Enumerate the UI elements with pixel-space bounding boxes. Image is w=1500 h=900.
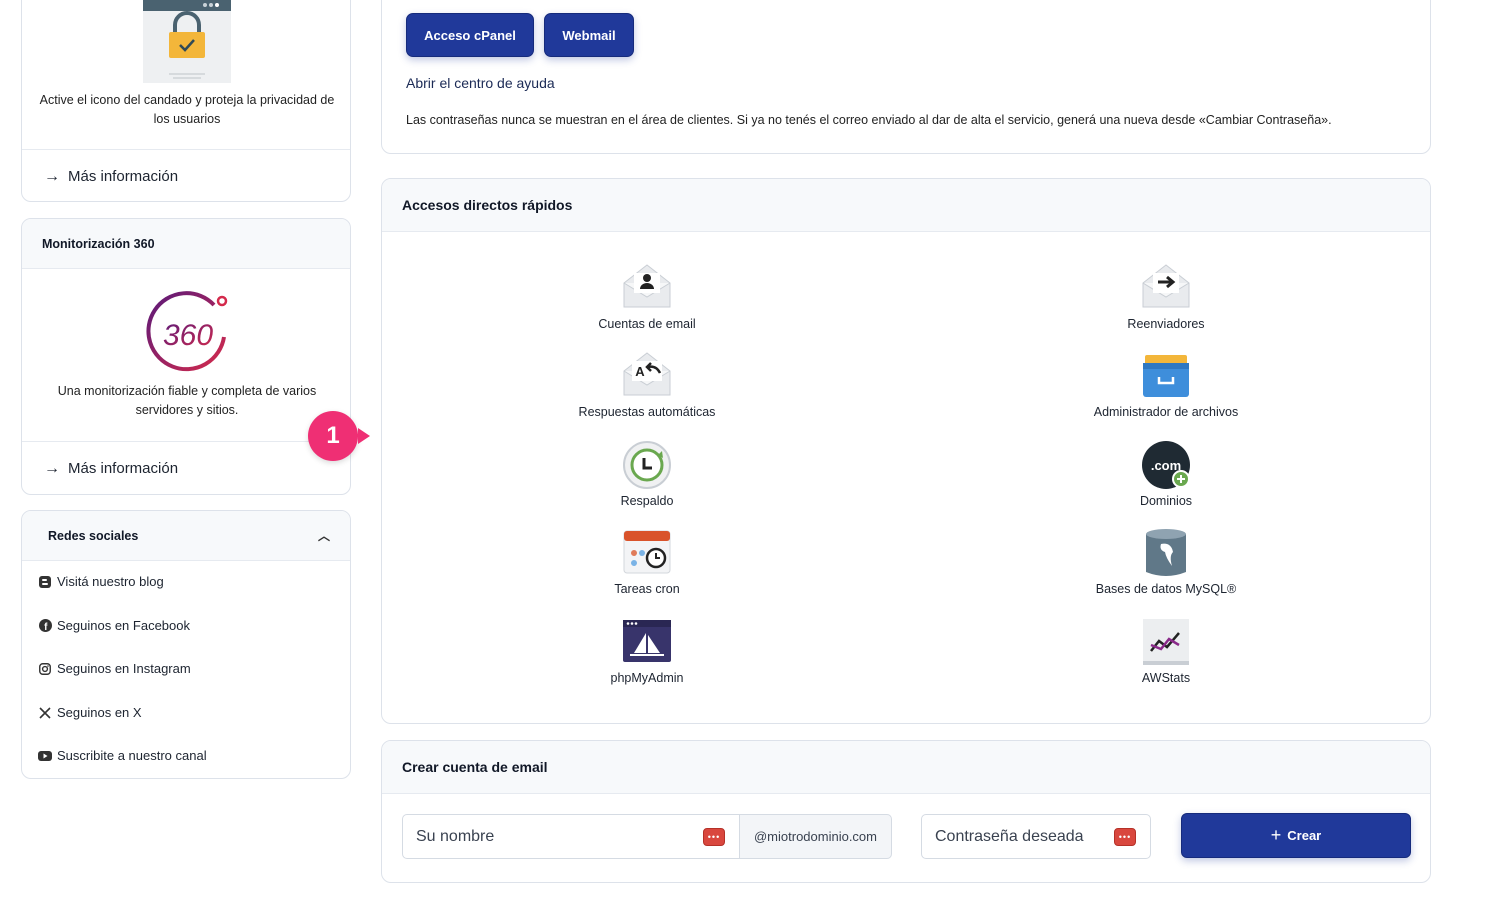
service-access-card: Acceso cPanel Webmail Abrir el centro de…	[381, 0, 1431, 154]
svg-text:360: 360	[163, 319, 213, 352]
shortcut-label: Tareas cron	[614, 582, 680, 596]
create-label: Crear	[1287, 828, 1322, 843]
chevron-up-icon[interactable]: ︿	[318, 527, 330, 544]
blogger-icon	[38, 575, 52, 589]
shortcut-label: Bases de datos MySQL®	[1095, 582, 1237, 596]
ssl-card: Active el icono del candado y proteja la…	[21, 0, 351, 202]
youtube-icon	[38, 749, 52, 763]
password-note: Las contraseñas nunca se muestran en el …	[406, 113, 1332, 127]
social-item-x[interactable]: Seguinos en X	[38, 705, 142, 720]
padlock-browser-icon	[143, 0, 231, 83]
instagram-icon	[38, 662, 52, 676]
shortcut-autoresponders[interactable]: A Respuestas automáticas	[537, 349, 757, 419]
shortcut-label: Respaldo	[620, 494, 674, 508]
monitoring-description: Una monitorización fiable y completa de …	[57, 384, 317, 417]
social-card: Redes sociales ︿ Visitá nuestro blog f S…	[21, 510, 351, 779]
shortcut-cron-jobs[interactable]: Tareas cron	[537, 526, 757, 596]
arrow-right-icon: →	[44, 167, 60, 185]
monitoring-more-info-link[interactable]: → Más información	[22, 441, 350, 494]
create-email-title: Crear cuenta de email	[382, 741, 1430, 794]
create-email-button[interactable]: + Crear	[1181, 813, 1411, 858]
password-placeholder: Contraseña deseada	[935, 827, 1084, 845]
email-name-input[interactable]: Su nombre •••	[402, 814, 740, 859]
shortcut-label: Respuestas automáticas	[578, 405, 716, 419]
social-item-facebook[interactable]: f Seguinos en Facebook	[38, 618, 190, 633]
step-number-badge: 1	[308, 411, 358, 461]
badge-arrow-icon	[358, 428, 370, 444]
social-item-label: Seguinos en Facebook	[57, 618, 190, 633]
shortcut-mysql-databases[interactable]: Bases de datos MySQL®	[1056, 526, 1276, 596]
social-item-label: Seguinos en Instagram	[57, 661, 191, 676]
shortcut-label: Cuentas de email	[598, 317, 696, 331]
more-info-label: Más información	[68, 460, 179, 477]
monitoring-360-logo-icon: 360	[146, 291, 228, 372]
backup-icon	[623, 441, 671, 489]
svg-text:.com: .com	[1151, 458, 1181, 473]
social-item-label: Visitá nuestro blog	[57, 574, 164, 589]
arrow-right-icon: →	[44, 459, 60, 477]
phpmyadmin-icon	[623, 620, 671, 662]
shortcut-label: Reenviadores	[1127, 317, 1205, 331]
svg-text:A: A	[635, 364, 645, 379]
shortcut-domains[interactable]: .com Dominios	[1056, 438, 1276, 508]
plus-icon: +	[1270, 825, 1282, 845]
email-account-icon	[623, 264, 671, 308]
social-item-youtube[interactable]: Suscribite a nuestro canal	[38, 748, 207, 763]
mysql-icon	[1146, 529, 1186, 576]
autoresponder-icon: A	[623, 352, 671, 396]
domain-suffix: @miotrodominio.com	[739, 814, 892, 859]
monitoring-card: Monitorización 360 360 Una monitorizació…	[21, 218, 351, 495]
facebook-icon: f	[38, 619, 52, 633]
shortcuts-title: Accesos directos rápidos	[382, 179, 1430, 232]
name-placeholder: Su nombre	[416, 827, 495, 845]
social-title: Redes sociales	[48, 528, 139, 543]
shortcut-phpmyadmin[interactable]: phpMyAdmin	[537, 615, 757, 685]
x-icon	[38, 706, 52, 720]
shortcut-email-accounts[interactable]: Cuentas de email	[537, 261, 757, 331]
shortcut-label: Administrador de archivos	[1093, 405, 1239, 419]
shortcuts-card: Accesos directos rápidos Cuentas de emai…	[381, 178, 1431, 724]
shortcut-label: phpMyAdmin	[610, 671, 684, 685]
more-info-label: Más información	[68, 168, 179, 185]
shortcut-forwarders[interactable]: Reenviadores	[1056, 261, 1276, 331]
shortcut-label: Dominios	[1139, 494, 1193, 508]
cron-icon	[623, 530, 671, 574]
ssl-more-info-link[interactable]: → Más información	[22, 149, 350, 201]
help-center-link[interactable]: Abrir el centro de ayuda	[406, 75, 555, 91]
shortcut-file-manager[interactable]: Administrador de archivos	[1056, 349, 1276, 419]
ssl-description: Active el icono del candado y proteja la…	[39, 93, 335, 126]
social-header[interactable]: Redes sociales ︿	[22, 511, 350, 561]
email-password-input[interactable]: Contraseña deseada •••	[921, 814, 1151, 859]
social-item-label: Suscribite a nuestro canal	[57, 748, 207, 763]
webmail-button[interactable]: Webmail	[544, 13, 634, 57]
shortcut-backup[interactable]: Respaldo	[537, 438, 757, 508]
shortcut-label: AWStats	[1141, 671, 1191, 685]
social-item-blog[interactable]: Visitá nuestro blog	[38, 574, 164, 589]
create-email-card: Crear cuenta de email Su nombre ••• @mio…	[381, 740, 1431, 883]
password-manager-icon[interactable]: •••	[1114, 827, 1136, 846]
awstats-icon	[1143, 619, 1189, 665]
password-manager-icon[interactable]: •••	[703, 827, 725, 846]
social-item-instagram[interactable]: Seguinos en Instagram	[38, 661, 191, 676]
cpanel-access-button[interactable]: Acceso cPanel	[406, 13, 534, 57]
shortcut-awstats[interactable]: AWStats	[1056, 615, 1276, 685]
domains-icon: .com	[1142, 441, 1190, 489]
forwarder-icon	[1142, 264, 1190, 308]
file-manager-icon	[1143, 355, 1189, 397]
social-item-label: Seguinos en X	[57, 705, 142, 720]
monitoring-title: Monitorización 360	[22, 219, 350, 269]
